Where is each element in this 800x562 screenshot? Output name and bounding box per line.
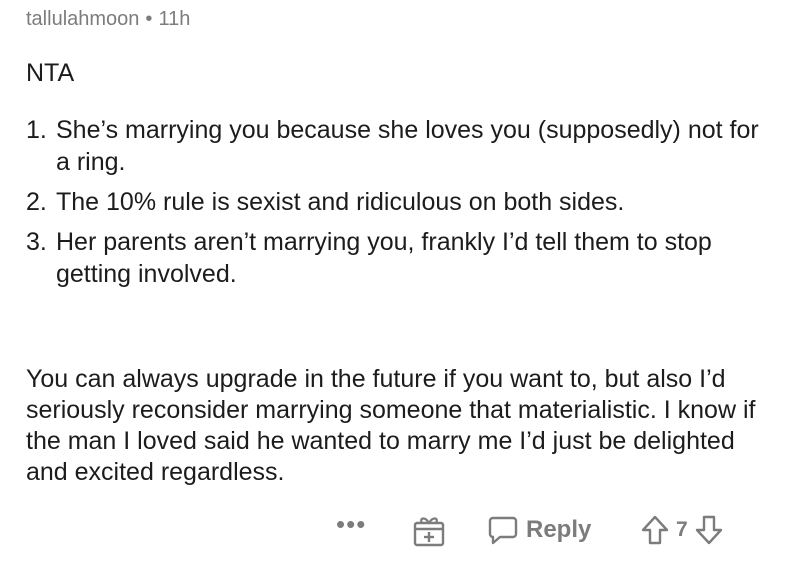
award-button[interactable] xyxy=(412,508,446,552)
list-item: 2. The 10% rule is sexist and ridiculous… xyxy=(26,186,766,218)
award-gift-icon xyxy=(412,513,446,547)
upvote-arrow-icon[interactable] xyxy=(640,514,670,546)
comment-verdict: NTA xyxy=(26,59,75,87)
list-item-number: 3. xyxy=(26,228,47,256)
list-item-text: The 10% rule is sexist and ridiculous on… xyxy=(56,188,625,216)
vote-controls: 7 xyxy=(640,508,724,552)
comment-meta: tallulahmoon • 11h xyxy=(26,8,190,31)
more-options-button[interactable]: ••• xyxy=(336,502,366,546)
list-item-number: 1. xyxy=(26,116,47,144)
vote-score: 7 xyxy=(676,518,688,541)
author-username[interactable]: tallulahmoon xyxy=(26,8,139,30)
list-item-number: 2. xyxy=(26,188,47,216)
reply-bubble-icon xyxy=(488,515,518,545)
downvote-arrow-icon[interactable] xyxy=(694,514,724,546)
list-item: 1. She’s marrying you because she loves … xyxy=(26,114,766,178)
comment-action-bar: ••• Reply 7 xyxy=(336,508,786,552)
list-item-text: She’s marrying you because she loves you… xyxy=(56,116,759,176)
more-options-icon: ••• xyxy=(336,508,367,539)
reply-button[interactable]: Reply xyxy=(488,508,591,552)
comment-age: 11h xyxy=(158,8,191,30)
list-item-text: Her parents aren’t marrying you, frankly… xyxy=(56,228,712,288)
comment-paragraph: You can always upgrade in the future if … xyxy=(26,365,756,486)
reply-label: Reply xyxy=(526,516,592,543)
comment-point-list: 1. She’s marrying you because she loves … xyxy=(26,114,766,298)
meta-separator: • xyxy=(145,8,153,30)
list-item: 3. Her parents aren’t marrying you, fran… xyxy=(26,226,766,290)
